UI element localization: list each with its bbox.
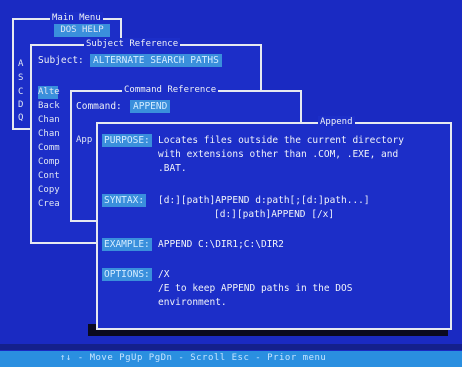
options-label: OPTIONS:: [102, 268, 152, 281]
main-menu-letter-s[interactable]: S: [18, 72, 23, 85]
example-label: EXAMPLE:: [102, 238, 152, 251]
status-bar: ↑↓ - Move PgUp PgDn - Scroll Esc - Prior…: [0, 351, 462, 367]
purpose-label: PURPOSE:: [102, 134, 152, 147]
subject-item-alte[interactable]: Alte: [38, 86, 60, 99]
subject-item-chan-1[interactable]: Chan: [38, 114, 60, 127]
syntax-label: SYNTAX:: [102, 194, 147, 207]
example-text: APPEND C:\DIR1;C:\DIR2: [158, 239, 284, 250]
syntax-line-1: [d:][path]APPEND d:path[;[d:]path...]: [158, 195, 370, 206]
options-line-3: environment.: [158, 297, 227, 308]
status-bar-text: ↑↓ - Move PgUp PgDn - Scroll Esc - Prior…: [60, 353, 327, 363]
subject-item-chan-2[interactable]: Chan: [38, 128, 60, 141]
command-value[interactable]: APPEND: [130, 100, 171, 113]
main-menu-letter-a[interactable]: A: [18, 58, 23, 71]
subject-item-copy[interactable]: Copy: [38, 184, 60, 197]
purpose-line-3: .BAT.: [158, 163, 187, 174]
main-menu-letter-q[interactable]: Q: [18, 112, 23, 125]
command-reference-title: Command Reference: [122, 84, 219, 97]
subject-item-cont[interactable]: Cont: [38, 170, 60, 183]
subject-item-comm[interactable]: Comm: [38, 142, 60, 155]
command-item-append[interactable]: App: [76, 134, 92, 147]
main-menu-letter-d[interactable]: D: [18, 99, 23, 112]
main-menu-letter-c[interactable]: C: [18, 86, 23, 99]
subject-label: Subject:: [38, 55, 84, 66]
syntax-line-2: [d:][path]APPEND [/x]: [214, 209, 335, 220]
dos-screen: Main Menu DOS HELP A S C D Q Subject Ref…: [0, 0, 462, 367]
command-label: Command:: [76, 101, 122, 112]
subject-value[interactable]: ALTERNATE SEARCH PATHS: [90, 54, 222, 67]
main-menu-selected-item[interactable]: DOS HELP: [54, 24, 110, 37]
subject-item-crea[interactable]: Crea: [38, 198, 60, 211]
purpose-line-2: with extensions other than .COM, .EXE, a…: [158, 149, 399, 160]
options-line-1: /X: [158, 269, 170, 280]
subject-item-comp[interactable]: Comp: [38, 156, 60, 169]
screen-bezel-band: [0, 344, 462, 350]
append-window: Append PURPOSE: Locates files outside th…: [96, 116, 452, 330]
purpose-line-1: Locates files outside the current direct…: [158, 135, 404, 146]
subject-item-back[interactable]: Back: [38, 100, 60, 113]
options-line-2: /E to keep APPEND paths in the DOS: [158, 283, 353, 294]
subject-reference-title: Subject Reference: [84, 38, 181, 51]
append-title: Append: [318, 116, 355, 129]
